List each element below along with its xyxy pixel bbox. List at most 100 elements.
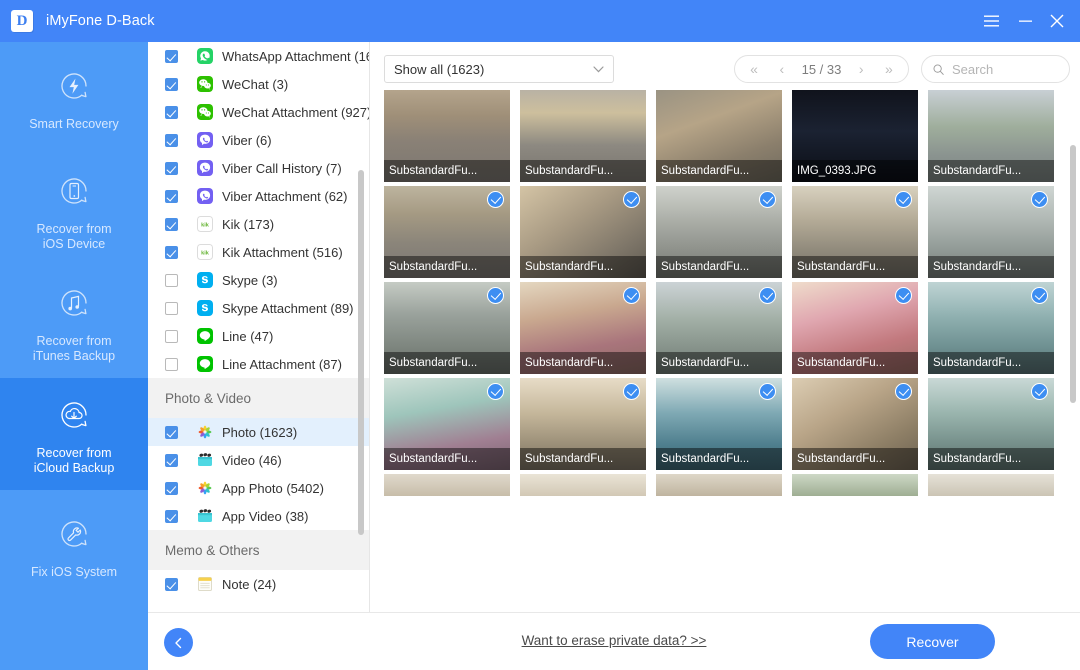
photo-thumbnail[interactable]: SubstandardFu... (520, 90, 646, 182)
file-type-row[interactable]: Photo (1623) (148, 418, 369, 446)
sidebar-item-smart-recovery[interactable]: Smart Recovery (0, 42, 148, 154)
footer-bar: Want to erase private data? >> Recover (148, 612, 1080, 670)
photo-selected-badge[interactable] (759, 287, 776, 304)
file-type-row[interactable]: App Photo (5402) (148, 474, 369, 502)
file-type-checkbox[interactable] (165, 217, 178, 231)
photo-thumbnail[interactable]: SubstandardFu... (384, 282, 510, 374)
photo-selected-badge[interactable] (623, 191, 640, 208)
sidebar-item-recover-icloud-backup[interactable]: Recover from iCloud Backup (0, 378, 148, 490)
photo-thumbnail[interactable] (520, 474, 646, 496)
minimize-button[interactable] (1008, 0, 1042, 42)
photo-thumbnail[interactable]: SubstandardFu... (656, 282, 782, 374)
search-box[interactable] (921, 55, 1070, 83)
file-type-checkbox[interactable] (165, 49, 178, 63)
photo-thumbnail[interactable]: SubstandardFu... (520, 378, 646, 470)
file-type-row[interactable]: Skype Attachment (89) (148, 294, 369, 322)
file-type-row[interactable]: Skype (3) (148, 266, 369, 294)
close-icon (1050, 14, 1064, 28)
search-input[interactable] (952, 61, 1058, 77)
file-type-row[interactable]: Viber Call History (7) (148, 154, 369, 182)
photo-thumbnail[interactable] (928, 474, 1054, 496)
first-page-button[interactable]: « (746, 61, 762, 77)
svg-text:kik: kik (201, 223, 210, 229)
photo-thumbnail[interactable] (384, 474, 510, 496)
file-type-row[interactable]: Video (46) (148, 446, 369, 474)
photos-app-icon (197, 480, 213, 496)
last-page-button[interactable]: » (881, 61, 897, 77)
file-type-row[interactable]: Note (24) (148, 570, 369, 598)
file-type-row[interactable]: WhatsApp Attachment (16) (148, 42, 369, 70)
close-button[interactable] (1040, 0, 1074, 42)
file-type-checkbox[interactable] (165, 577, 178, 591)
file-type-checkbox[interactable] (165, 357, 178, 371)
photo-selected-badge[interactable] (487, 191, 504, 208)
file-type-checkbox[interactable] (165, 453, 178, 467)
photo-thumbnail[interactable]: SubstandardFu... (656, 90, 782, 182)
photo-selected-badge[interactable] (623, 287, 640, 304)
file-type-list[interactable]: WhatsApp Attachment (16) WeChat (3) WeChat… (148, 42, 370, 612)
next-page-button[interactable]: › (853, 61, 869, 77)
photo-selected-badge[interactable] (1031, 191, 1048, 208)
file-type-row[interactable]: Viber (6) (148, 126, 369, 154)
recover-button[interactable]: Recover (870, 624, 995, 659)
file-type-checkbox[interactable] (165, 245, 178, 259)
photo-thumbnail[interactable]: SubstandardFu... (384, 378, 510, 470)
photo-selected-badge[interactable] (623, 383, 640, 400)
file-list-scrollbar[interactable] (358, 170, 364, 535)
cloud-download-refresh-icon (52, 393, 96, 437)
photo-thumbnail[interactable]: SubstandardFu... (520, 186, 646, 278)
photo-grid-row: SubstandardFu... SubstandardFu... Substand… (384, 378, 1074, 470)
photo-thumbnail[interactable]: SubstandardFu... (928, 90, 1054, 182)
file-type-row[interactable]: kik Kik Attachment (516) (148, 238, 369, 266)
file-type-checkbox[interactable] (165, 481, 178, 495)
file-type-checkbox[interactable] (165, 189, 178, 203)
file-type-checkbox[interactable] (165, 301, 178, 315)
photo-thumbnail[interactable]: SubstandardFu... (928, 186, 1054, 278)
photo-thumbnail[interactable]: IMG_0393.JPG (792, 90, 918, 182)
file-type-checkbox[interactable] (165, 133, 178, 147)
file-type-row[interactable]: kik Kik (173) (148, 210, 369, 238)
photo-selected-badge[interactable] (759, 383, 776, 400)
menu-button[interactable] (974, 0, 1008, 42)
photo-selected-badge[interactable] (895, 191, 912, 208)
photo-selected-badge[interactable] (1031, 287, 1048, 304)
filter-dropdown[interactable]: Show all (1623) (384, 55, 614, 83)
prev-page-button[interactable]: ‹ (774, 61, 790, 77)
photo-selected-badge[interactable] (487, 383, 504, 400)
file-type-row[interactable]: App Video (38) (148, 502, 369, 530)
sidebar-item-fix-ios-system[interactable]: Fix iOS System (0, 490, 148, 602)
file-type-checkbox[interactable] (165, 509, 178, 523)
file-type-checkbox[interactable] (165, 77, 178, 91)
file-type-checkbox[interactable] (165, 329, 178, 343)
sidebar-item-recover-itunes-backup[interactable]: Recover from iTunes Backup (0, 266, 148, 378)
svg-text:kik: kik (201, 251, 210, 257)
file-type-checkbox[interactable] (165, 161, 178, 175)
file-type-row[interactable]: WeChat (3) (148, 70, 369, 98)
file-type-checkbox[interactable] (165, 273, 178, 287)
photo-selected-badge[interactable] (487, 287, 504, 304)
photo-selected-badge[interactable] (1031, 383, 1048, 400)
photo-thumbnail[interactable]: SubstandardFu... (656, 186, 782, 278)
photo-thumbnail[interactable] (792, 474, 918, 496)
file-type-checkbox[interactable] (165, 105, 178, 119)
photo-thumbnail[interactable]: SubstandardFu... (792, 378, 918, 470)
photo-thumbnail[interactable]: SubstandardFu... (928, 282, 1054, 374)
file-type-checkbox[interactable] (165, 425, 178, 439)
file-type-row[interactable]: Line Attachment (87) (148, 350, 369, 378)
photo-thumbnail[interactable]: SubstandardFu... (384, 90, 510, 182)
photo-grid-scrollbar[interactable] (1070, 145, 1076, 403)
photo-selected-badge[interactable] (895, 287, 912, 304)
photo-thumbnail[interactable]: SubstandardFu... (520, 282, 646, 374)
file-type-row[interactable]: Viber Attachment (62) (148, 182, 369, 210)
photo-thumbnail[interactable]: SubstandardFu... (792, 282, 918, 374)
photo-thumbnail[interactable] (656, 474, 782, 496)
file-type-row[interactable]: WeChat Attachment (927) (148, 98, 369, 126)
photo-thumbnail[interactable]: SubstandardFu... (928, 378, 1054, 470)
photo-thumbnail[interactable]: SubstandardFu... (656, 378, 782, 470)
photo-selected-badge[interactable] (895, 383, 912, 400)
photo-thumbnail[interactable]: SubstandardFu... (792, 186, 918, 278)
sidebar-item-recover-ios-device[interactable]: Recover from iOS Device (0, 154, 148, 266)
photo-selected-badge[interactable] (759, 191, 776, 208)
photo-thumbnail[interactable]: SubstandardFu... (384, 186, 510, 278)
file-type-row[interactable]: Line (47) (148, 322, 369, 350)
